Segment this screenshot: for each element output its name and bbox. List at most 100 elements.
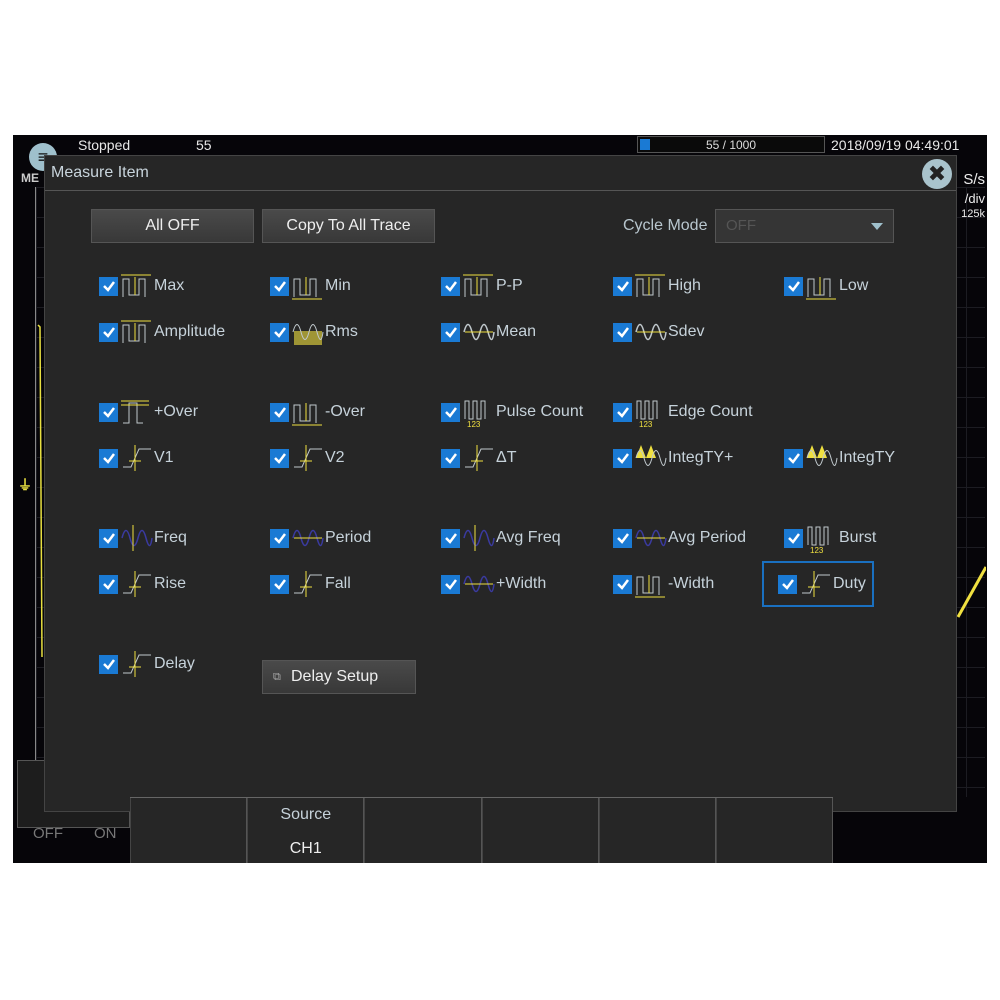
measure-item-rms[interactable]: Rms — [270, 317, 358, 347]
delta-t-icon — [465, 445, 493, 471]
measure-item--over[interactable]: -Over — [270, 397, 365, 427]
low-icon — [806, 277, 836, 300]
softkey-3[interactable] — [364, 798, 482, 863]
softkey-2[interactable]: Source CH1 — [247, 798, 365, 863]
delay-icon — [123, 651, 151, 677]
period-icon — [292, 529, 324, 547]
checkbox[interactable] — [441, 402, 460, 422]
measure-item-p-p[interactable]: P-P — [441, 271, 523, 301]
measure-item-avg-freq[interactable]: Avg Freq — [441, 523, 561, 553]
checkbox[interactable] — [270, 574, 289, 594]
checkbox[interactable] — [613, 448, 632, 468]
cycle-mode-select[interactable]: OFF — [715, 209, 894, 243]
all-off-button[interactable]: All OFF — [91, 209, 254, 243]
measure-item-high[interactable]: High — [613, 271, 701, 301]
record-length: 125k — [961, 208, 985, 220]
delay-setup-button[interactable]: ⧉ Delay Setup — [262, 660, 416, 694]
on-option[interactable]: ON — [94, 825, 117, 842]
checkbox[interactable] — [441, 322, 460, 342]
check-icon — [616, 533, 629, 544]
softkey-bar: Source CH1 — [130, 797, 834, 863]
copy-to-all-trace-button[interactable]: Copy To All Trace — [262, 209, 435, 243]
softkey-value: CH1 — [289, 840, 322, 857]
measure-item-pulse-count[interactable]: 123 Pulse Count — [441, 397, 583, 427]
measure-item-freq[interactable]: Freq — [99, 523, 187, 553]
checkbox[interactable] — [99, 276, 118, 296]
check-icon — [616, 579, 629, 590]
check-icon — [787, 281, 800, 292]
measure-item-edge-count[interactable]: 123 Edge Count — [613, 397, 753, 427]
measure-item-amplitude[interactable]: Amplitude — [99, 317, 225, 347]
checkbox[interactable] — [441, 448, 460, 468]
softkey-4[interactable] — [481, 798, 599, 863]
item-label: Fall — [325, 575, 351, 592]
checkbox[interactable] — [784, 448, 803, 468]
checkbox[interactable] — [441, 528, 460, 548]
checkbox[interactable] — [613, 574, 632, 594]
checkbox[interactable] — [613, 276, 632, 296]
measure-item--width[interactable]: +Width — [441, 569, 546, 599]
measure-item--over[interactable]: +Over — [99, 397, 198, 427]
measure-item-mean[interactable]: Mean — [441, 317, 536, 347]
fall-icon — [294, 571, 322, 597]
div-unit: /div — [964, 191, 985, 206]
checkbox[interactable] — [99, 528, 118, 548]
measure-item-rise[interactable]: Rise — [99, 569, 186, 599]
softkey-5[interactable] — [598, 798, 716, 863]
item-label: Period — [325, 529, 372, 546]
measure-item-integty-[interactable]: IntegTY+ — [613, 443, 733, 473]
checkbox[interactable] — [270, 276, 289, 296]
measure-item-min[interactable]: Min — [270, 271, 351, 301]
checkbox[interactable] — [778, 574, 797, 594]
measure-item-δt[interactable]: ΔT — [441, 443, 516, 473]
checkbox[interactable] — [270, 448, 289, 468]
item-label: Rms — [325, 323, 358, 340]
check-icon — [273, 281, 286, 292]
measure-item-dialog: Measure Item ✖ All OFF Copy To All Trace… — [44, 155, 957, 812]
checkbox[interactable] — [270, 402, 289, 422]
checkbox[interactable] — [613, 402, 632, 422]
check-icon — [444, 407, 457, 418]
checkbox[interactable] — [270, 322, 289, 342]
checkbox[interactable] — [784, 528, 803, 548]
checkbox[interactable] — [99, 448, 118, 468]
checkbox[interactable] — [99, 574, 118, 594]
off-option[interactable]: OFF — [33, 825, 63, 842]
close-icon[interactable]: ✖ — [922, 159, 952, 189]
check-icon — [102, 407, 115, 418]
measure-item-integty[interactable]: IntegTY — [784, 443, 895, 473]
measure-item-burst[interactable]: 123 Burst — [784, 523, 876, 553]
checkbox[interactable] — [784, 276, 803, 296]
softkey-6[interactable] — [715, 798, 834, 863]
measure-item-max[interactable]: Max — [99, 271, 184, 301]
measure-item-delay[interactable]: Delay — [99, 649, 195, 679]
measure-item-avg-period[interactable]: Avg Period — [613, 523, 746, 553]
item-label: +Over — [154, 403, 199, 420]
measure-item-fall[interactable]: Fall — [270, 569, 351, 599]
burst-icon: 123 — [807, 526, 829, 553]
checkbox[interactable] — [99, 402, 118, 422]
rms-icon — [292, 324, 324, 345]
max-icon — [121, 274, 151, 297]
checkbox[interactable] — [613, 322, 632, 342]
measure-item-duty[interactable]: Duty — [762, 561, 874, 607]
item-label: Min — [325, 277, 351, 294]
measure-item--width[interactable]: -Width — [613, 569, 714, 599]
check-icon — [273, 533, 286, 544]
ch1-trace-right — [956, 566, 986, 618]
measure-item-period[interactable]: Period — [270, 523, 371, 553]
checkbox[interactable] — [99, 322, 118, 342]
measure-item-v2[interactable]: V2 — [270, 443, 345, 473]
duty-icon — [802, 571, 830, 597]
checkbox[interactable] — [99, 654, 118, 674]
checkbox[interactable] — [613, 528, 632, 548]
item-label: Mean — [496, 323, 537, 340]
checkbox[interactable] — [441, 276, 460, 296]
checkbox[interactable] — [270, 528, 289, 548]
svg-text:123: 123 — [639, 420, 653, 427]
measure-item-v1[interactable]: V1 — [99, 443, 174, 473]
measure-item-sdev[interactable]: Sdev — [613, 317, 704, 347]
softkey-1[interactable] — [130, 798, 248, 863]
measure-item-low[interactable]: Low — [784, 271, 868, 301]
checkbox[interactable] — [441, 574, 460, 594]
